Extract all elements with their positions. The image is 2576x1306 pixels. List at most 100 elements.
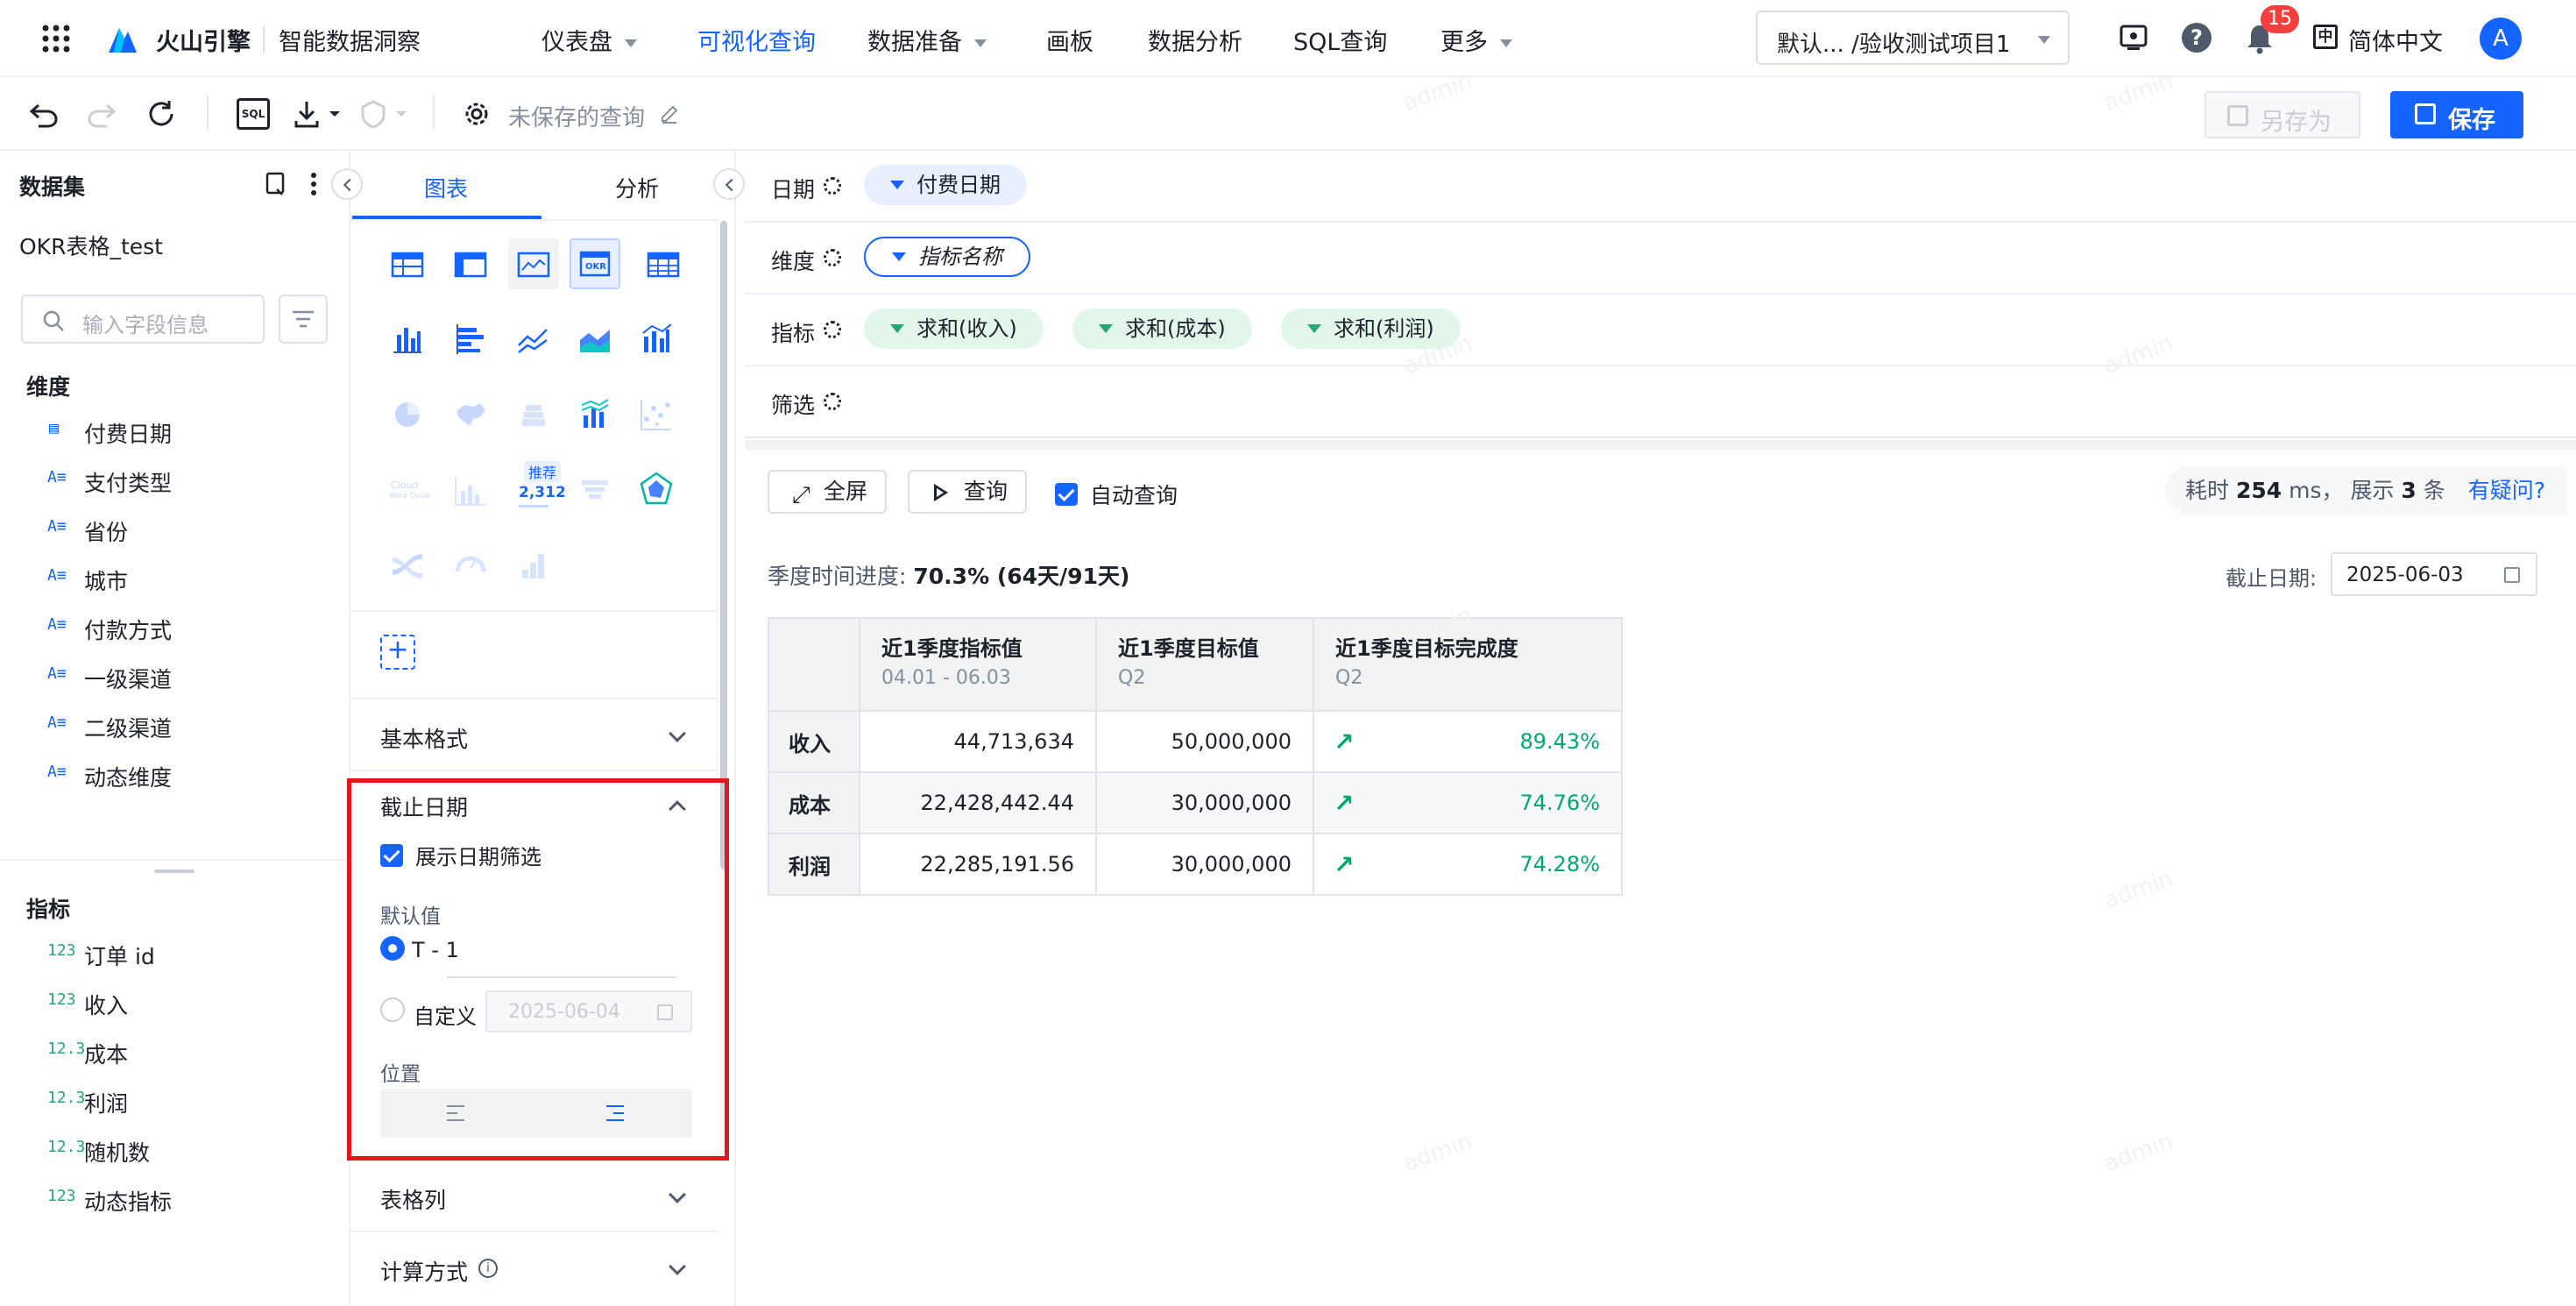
query-name[interactable]: 未保存的查询 bbox=[508, 100, 645, 132]
switch-dataset-icon[interactable] bbox=[265, 172, 287, 196]
detail-table-icon[interactable] bbox=[638, 238, 689, 289]
redo-icon[interactable] bbox=[86, 98, 117, 130]
section-table-columns[interactable]: 表格列 bbox=[350, 1159, 718, 1231]
nav-visual-query[interactable]: 可视化查询 bbox=[697, 23, 816, 57]
trend-table-icon[interactable] bbox=[508, 238, 559, 289]
nav-sql-query[interactable]: SQL查询 bbox=[1293, 23, 1387, 57]
dimension-field[interactable]: A≡ 支付类型 bbox=[47, 466, 172, 498]
fullscreen-button[interactable]: ⤢ 全屏 bbox=[768, 470, 887, 514]
histogram-icon[interactable] bbox=[445, 465, 496, 515]
filter-shelf[interactable]: 筛选 bbox=[745, 366, 2576, 438]
query-button[interactable]: 查询 bbox=[908, 470, 1027, 514]
pivot-table-icon[interactable] bbox=[445, 238, 496, 289]
add-custom-chart-icon[interactable]: + bbox=[380, 635, 415, 670]
language-switch[interactable]: 简体中文 bbox=[2348, 23, 2443, 57]
monitor-icon[interactable] bbox=[2119, 23, 2148, 53]
scatter-chart-icon[interactable] bbox=[631, 389, 682, 440]
nav-dashboard[interactable]: 仪表盘 bbox=[541, 23, 637, 57]
section-basic-format[interactable]: 基本格式 bbox=[350, 698, 718, 770]
resize-handle[interactable] bbox=[154, 869, 195, 873]
gear-icon[interactable] bbox=[824, 321, 841, 338]
funnel-chart-icon[interactable] bbox=[570, 465, 620, 515]
tab-chart[interactable]: 图表 bbox=[424, 172, 468, 203]
dimension-field[interactable]: A≡ 省份 bbox=[47, 515, 128, 547]
deadline-date-picker[interactable]: 2025-06-03 bbox=[2331, 552, 2537, 596]
dimension-field[interactable]: A≡ 付款方式 bbox=[47, 614, 172, 645]
pie-chart-icon[interactable] bbox=[382, 389, 433, 440]
sankey-chart-icon[interactable] bbox=[382, 540, 433, 591]
nav-data-analysis[interactable]: 数据分析 bbox=[1148, 23, 1242, 57]
dimension-field[interactable]: A≡ 一级渠道 bbox=[47, 663, 172, 694]
column-header: 近1季度目标完成度 Q2 bbox=[1313, 617, 1623, 712]
measure-field[interactable]: 12.3 成本 bbox=[47, 1038, 128, 1069]
refresh-icon[interactable] bbox=[145, 98, 177, 130]
edit-icon[interactable] bbox=[659, 103, 680, 124]
stacked-chart-icon[interactable] bbox=[508, 389, 559, 440]
dimension-field[interactable]: A≡ 二级渠道 bbox=[47, 712, 172, 743]
metric-pill-cost[interactable]: 求和(成本) bbox=[1072, 309, 1252, 349]
gear-icon[interactable] bbox=[824, 249, 841, 266]
column-header: 近1季度目标值 Q2 bbox=[1095, 617, 1314, 712]
measure-field[interactable]: 123 收入 bbox=[47, 989, 128, 1020]
download-icon[interactable] bbox=[293, 98, 345, 130]
okr-table-icon[interactable]: OKR bbox=[570, 238, 620, 289]
collapse-config-button[interactable] bbox=[713, 168, 745, 200]
gear-icon[interactable] bbox=[824, 393, 841, 410]
collapse-panel-button[interactable] bbox=[331, 168, 363, 200]
project-select[interactable]: 默认... /验收测试项目1 bbox=[1756, 11, 2070, 65]
measure-field[interactable]: 12.3 随机数 bbox=[47, 1136, 150, 1168]
settings-gear-icon[interactable] bbox=[461, 98, 492, 130]
arrow-up-right-icon: ↗ bbox=[1334, 789, 1355, 818]
save-as-button[interactable]: 另存为 bbox=[2204, 91, 2360, 138]
column-chart-icon[interactable] bbox=[382, 314, 433, 365]
date-field-pill[interactable]: 付费日期 bbox=[864, 165, 1027, 205]
tab-analysis[interactable]: 分析 bbox=[615, 172, 659, 203]
metric-pill-revenue[interactable]: 求和(收入) bbox=[864, 309, 1044, 349]
avatar[interactable]: A bbox=[2480, 18, 2522, 60]
measure-field[interactable]: 123 动态指标 bbox=[47, 1185, 172, 1217]
auto-query-checkbox[interactable]: 自动查询 bbox=[1055, 479, 1178, 510]
save-button[interactable]: 保存 bbox=[2390, 91, 2523, 138]
dimension-field[interactable]: A≡ 城市 bbox=[47, 564, 128, 596]
kpi-card-icon[interactable]: 推荐 2,312 bbox=[508, 461, 566, 515]
gauge-chart-icon[interactable] bbox=[445, 540, 496, 591]
table-chart-icon[interactable] bbox=[382, 238, 433, 289]
help-icon[interactable]: ? bbox=[2182, 23, 2212, 53]
nav-canvas[interactable]: 画板 bbox=[1046, 23, 1093, 57]
radar-chart-icon[interactable] bbox=[631, 465, 682, 515]
help-link[interactable]: 有疑问? bbox=[2468, 478, 2545, 503]
bar-chart-icon[interactable] bbox=[445, 314, 496, 365]
alert-icon[interactable] bbox=[359, 98, 412, 130]
filter-icon[interactable] bbox=[279, 295, 328, 344]
sql-icon[interactable]: SQL bbox=[237, 98, 270, 130]
chevron-down-icon bbox=[669, 1186, 686, 1203]
dimension-field[interactable]: ▤ 付费日期 bbox=[49, 417, 172, 449]
measure-field[interactable]: 123 订单 id bbox=[47, 940, 155, 971]
metric-pill-profit[interactable]: 求和(利润) bbox=[1281, 309, 1461, 349]
app-grid-icon[interactable] bbox=[40, 23, 72, 54]
arrow-up-right-icon: ↗ bbox=[1334, 728, 1355, 756]
gear-icon[interactable] bbox=[824, 177, 841, 195]
area-chart-icon[interactable] bbox=[570, 314, 620, 365]
config-scrollbar[interactable] bbox=[720, 221, 727, 869]
text-field-icon: A≡ bbox=[47, 713, 67, 732]
nav-more[interactable]: 更多 bbox=[1440, 23, 1512, 57]
combo-chart-icon[interactable] bbox=[631, 314, 682, 365]
dimension-field-pill[interactable]: 指标名称 bbox=[864, 237, 1030, 277]
decimal-icon: 12.3 bbox=[47, 1138, 86, 1156]
word-cloud-icon[interactable]: Cloud Word Cloud bbox=[382, 465, 433, 515]
undo-icon[interactable] bbox=[28, 98, 60, 130]
waterfall-chart-icon[interactable] bbox=[570, 389, 620, 440]
calendar-icon bbox=[2504, 567, 2520, 583]
line-chart-icon[interactable] bbox=[508, 314, 559, 365]
field-search-input[interactable]: 输入字段信息 bbox=[21, 295, 265, 344]
map-chart-icon[interactable] bbox=[445, 389, 496, 440]
more-icon[interactable] bbox=[308, 172, 319, 196]
table-corner bbox=[768, 617, 860, 712]
section-calculation[interactable]: 计算方式 i bbox=[350, 1231, 718, 1302]
dimension-field[interactable]: A≡ 动态维度 bbox=[47, 761, 172, 792]
nav-data-prep[interactable]: 数据准备 bbox=[867, 23, 987, 57]
dataset-name[interactable]: OKR表格_test bbox=[19, 230, 163, 261]
measure-field[interactable]: 12.3 利润 bbox=[47, 1087, 128, 1118]
step-chart-icon[interactable] bbox=[508, 540, 559, 591]
